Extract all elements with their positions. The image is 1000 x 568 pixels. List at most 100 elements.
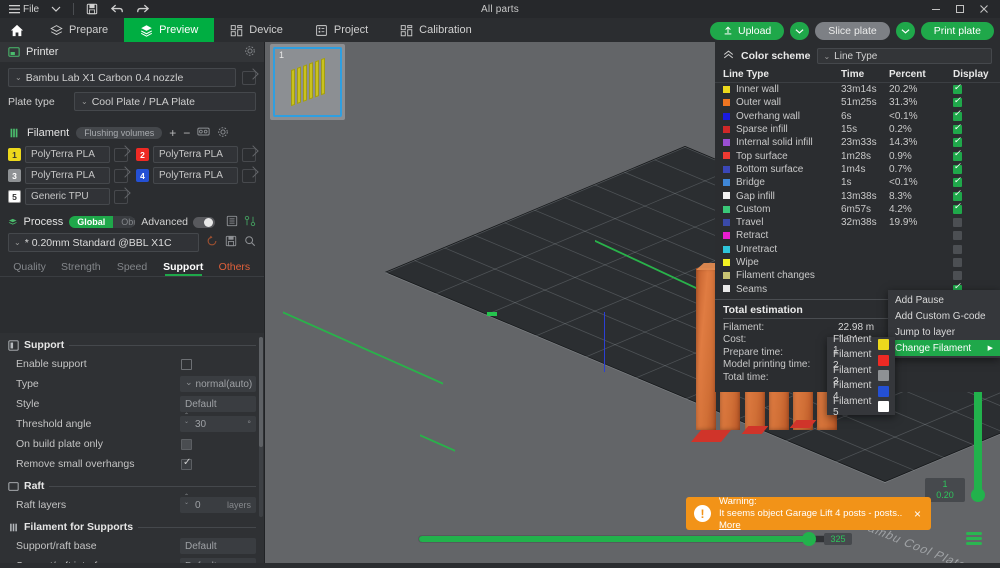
plate-type-select[interactable]: ⌄ Cool Plate / PLA Plate [74, 92, 256, 111]
flushing-volumes-button[interactable]: Flushing volumes [76, 127, 162, 139]
filament-name[interactable]: PolyTerra PLA [25, 167, 110, 184]
advanced-switch[interactable] [193, 217, 215, 228]
compare-presets-icon[interactable] [226, 215, 238, 230]
move-slider-horizontal[interactable]: 325 [418, 532, 848, 546]
display-checkbox[interactable] [953, 271, 962, 280]
display-checkbox[interactable] [953, 85, 962, 94]
filament-name[interactable]: Generic TPU [25, 188, 110, 205]
edit-filament-button[interactable] [114, 190, 128, 204]
process-preset-select[interactable]: ⌄ * 0.20mm Standard @BBL X1C [8, 233, 199, 252]
edit-filament-button[interactable] [242, 148, 256, 162]
menu-item-change-filament[interactable]: Change Filament ▶ [888, 340, 1000, 356]
subtab-quality[interactable]: Quality [4, 261, 55, 276]
move-slider-handle[interactable] [802, 532, 816, 546]
support-type-select[interactable]: normal(auto) [180, 376, 256, 392]
display-checkbox[interactable] [953, 231, 962, 240]
printer-model-select[interactable]: ⌄ Bambu Lab X1 Carbon 0.4 nozzle [8, 68, 236, 87]
home-button[interactable] [0, 18, 34, 42]
menu-item-jump-to-layer[interactable]: Jump to layer [888, 324, 1000, 340]
submenu-filament-5[interactable]: Filament 5 [827, 399, 895, 415]
edit-printer-button[interactable] [242, 71, 256, 85]
add-filament-button[interactable]: + [169, 126, 176, 140]
display-checkbox[interactable] [953, 258, 962, 267]
process-settings-icon[interactable] [244, 215, 256, 230]
subtab-support[interactable]: Support [158, 261, 209, 276]
menu-item-add-pause[interactable]: Add Pause [888, 292, 1000, 308]
tab-project[interactable]: Project [299, 18, 384, 42]
maximize-button[interactable] [948, 0, 972, 18]
settings-scrollbar[interactable] [259, 337, 263, 517]
legend-row[interactable]: Wipe [715, 256, 1000, 269]
printer-settings-gear-icon[interactable] [244, 45, 256, 60]
edit-filament-button[interactable] [242, 169, 256, 183]
display-checkbox[interactable] [953, 205, 962, 214]
legend-row[interactable]: Custom6m57s4.2% [715, 203, 1000, 216]
support-raft-base-field[interactable]: Default [180, 538, 256, 554]
display-checkbox[interactable] [953, 152, 962, 161]
on-build-plate-only-checkbox[interactable] [181, 439, 192, 450]
search-preset-icon[interactable] [244, 235, 256, 250]
scrollbar-thumb[interactable] [259, 337, 263, 447]
dropdown-menu-button[interactable] [48, 1, 64, 17]
edit-filament-button[interactable] [114, 148, 128, 162]
print-plate-dropdown[interactable] [896, 22, 915, 40]
reset-preset-icon[interactable] [206, 235, 218, 250]
threshold-angle-stepper[interactable]: 30° [180, 416, 256, 432]
enable-support-checkbox[interactable] [181, 359, 192, 370]
plate-thumbnail-selected[interactable]: 1 [273, 47, 342, 117]
minimize-button[interactable] [924, 0, 948, 18]
edit-filament-button[interactable] [114, 169, 128, 183]
display-checkbox[interactable] [953, 138, 962, 147]
remove-small-overhangs-checkbox[interactable] [181, 459, 192, 470]
filament-name[interactable]: PolyTerra PLA [153, 146, 238, 163]
remove-filament-button[interactable]: − [183, 126, 190, 140]
warning-more-link[interactable]: More [719, 520, 741, 531]
subtab-strength[interactable]: Strength [55, 261, 106, 276]
legend-row[interactable]: Retract [715, 229, 1000, 242]
layer-stack-icon[interactable] [966, 532, 982, 546]
save-button[interactable] [83, 1, 101, 17]
display-checkbox[interactable] [953, 125, 962, 134]
process-scope-toggle[interactable]: Global Objects [69, 216, 135, 228]
scope-objects-option[interactable]: Objects [113, 216, 135, 228]
warning-close-icon[interactable]: × [912, 507, 923, 521]
display-checkbox[interactable] [953, 165, 962, 174]
subtab-others[interactable]: Others [209, 261, 260, 276]
tab-prepare[interactable]: Prepare [34, 18, 124, 42]
save-preset-icon[interactable] [225, 235, 237, 250]
tab-preview-label: Preview [159, 24, 198, 36]
file-menu-button[interactable]: File [6, 1, 42, 17]
tab-calibration[interactable]: Calibration [384, 18, 488, 42]
plate-thumbnail[interactable]: 1 [270, 44, 345, 120]
upload-button[interactable]: Upload [710, 22, 784, 40]
print-plate-button[interactable]: Print plate [921, 22, 994, 40]
raft-layers-stepper[interactable]: 0layers [180, 497, 256, 513]
undo-button[interactable] [107, 1, 127, 17]
display-checkbox[interactable] [953, 98, 962, 107]
legend-row[interactable]: Travel32m38s19.9% [715, 216, 1000, 229]
close-button[interactable] [972, 0, 996, 18]
legend-row[interactable]: Unretract [715, 243, 1000, 256]
display-checkbox[interactable] [953, 245, 962, 254]
slice-plate-dropdown[interactable] [790, 22, 809, 40]
display-checkbox[interactable] [953, 192, 962, 201]
filament-name[interactable]: PolyTerra PLA [25, 146, 110, 163]
display-checkbox[interactable] [953, 178, 962, 187]
scope-global-option[interactable]: Global [69, 216, 113, 228]
ams-sync-icon[interactable] [197, 126, 210, 141]
slice-plate-button[interactable]: Slice plate [815, 22, 889, 40]
collapse-legend-icon[interactable] [723, 50, 734, 62]
display-checkbox[interactable] [953, 112, 962, 121]
subtab-speed[interactable]: Speed [106, 261, 157, 276]
support-style-field[interactable]: Default [180, 396, 256, 412]
display-checkbox[interactable] [953, 218, 962, 227]
filament-settings-gear-icon[interactable] [217, 126, 229, 141]
filament-name[interactable]: PolyTerra PLA [153, 167, 238, 184]
color-scheme-select[interactable]: ⌄ Line Type [817, 48, 992, 64]
redo-button[interactable] [133, 1, 153, 17]
legend-name: Unretract [723, 244, 841, 255]
tab-device[interactable]: Device [214, 18, 299, 42]
menu-item-add-custom-gcode[interactable]: Add Custom G-code [888, 308, 1000, 324]
layer-slider-lower-handle[interactable] [971, 488, 985, 502]
tab-preview[interactable]: Preview [124, 18, 214, 42]
